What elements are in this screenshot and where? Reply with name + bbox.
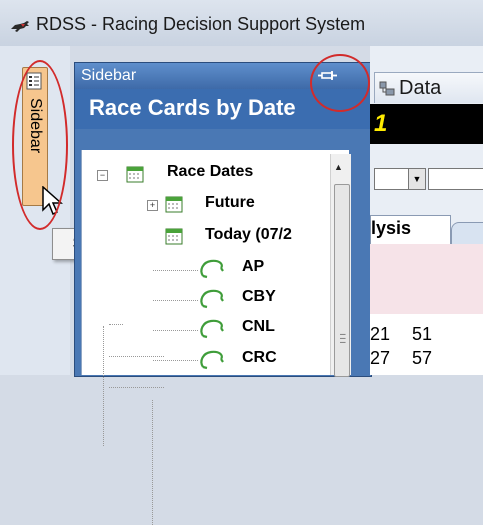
scrollbar-thumb[interactable]: ‒ ‒ ‒ — [334, 184, 350, 377]
window-title: RDSS - Racing Decision Support System — [36, 14, 366, 34]
race-banner: 1 — [370, 104, 483, 144]
selector-field[interactable] — [428, 168, 483, 190]
selector-dropdown[interactable]: ▼ — [374, 168, 426, 190]
race-number: 1 — [374, 110, 388, 137]
grid-cell: 51 — [412, 324, 433, 344]
horseshoe-icon — [200, 289, 224, 309]
calendar-icon — [165, 196, 183, 213]
calendar-icon — [126, 166, 144, 183]
grid-cell: 27 — [370, 348, 391, 368]
tree-line — [153, 360, 198, 361]
tree-scrollbar[interactable]: ▲ ‒ ‒ ‒ — [330, 154, 351, 377]
grid-cell: 21 — [370, 324, 391, 344]
tree-line — [152, 400, 153, 525]
grid-cell: 57 — [412, 348, 433, 368]
tab-data-label: Data — [399, 77, 442, 99]
tree-node-today[interactable]: Today (07/2 — [205, 226, 292, 244]
grip-icon: ‒ ‒ ‒ — [340, 329, 346, 348]
tree-line — [109, 387, 164, 388]
tab-analysis[interactable]: lysis — [370, 215, 451, 244]
tree-node-track-ap[interactable]: AP — [242, 258, 264, 276]
tree-line — [109, 324, 123, 325]
window-title-bar: RDSS - Racing Decision Support System — [0, 0, 483, 46]
tree-line — [153, 330, 198, 331]
highlight-ring-sidebar-tab — [12, 60, 68, 230]
chevron-down-icon[interactable]: ▼ — [408, 169, 425, 189]
horse-icon — [11, 21, 29, 32]
calendar-icon — [165, 228, 183, 245]
horseshoe-icon — [200, 259, 224, 279]
tree-node-race-dates[interactable]: Race Dates — [167, 163, 253, 181]
tree-node-track-cnl[interactable]: CNL — [242, 318, 275, 336]
data-grid: 21 51 27 57 — [370, 314, 483, 375]
collapse-race-dates-toggle[interactable]: − — [97, 170, 108, 181]
sidebar-panel-header-label: Sidebar — [81, 67, 137, 84]
horseshoe-icon — [200, 319, 224, 339]
tree-line — [109, 356, 164, 357]
tree-line — [153, 270, 198, 271]
expand-future-toggle[interactable]: + — [147, 200, 158, 211]
scroll-up-arrow-icon[interactable]: ▲ — [334, 162, 343, 172]
race-cards-title: Race Cards by Date — [89, 95, 296, 120]
tree-line — [153, 300, 198, 301]
tab-analysis-label: lysis — [371, 218, 412, 238]
highlight-ring-pin — [310, 54, 370, 112]
horseshoe-icon — [200, 350, 224, 370]
tree-node-track-crc[interactable]: CRC — [242, 349, 277, 367]
tab-data[interactable]: Data — [374, 72, 483, 103]
tree-node-track-cby[interactable]: CBY — [242, 288, 276, 306]
data-icon — [379, 81, 395, 96]
tab-next[interactable] — [451, 222, 483, 244]
tree-line — [103, 326, 104, 446]
tree-node-future[interactable]: Future — [205, 194, 255, 212]
grid-header-band — [370, 244, 483, 314]
